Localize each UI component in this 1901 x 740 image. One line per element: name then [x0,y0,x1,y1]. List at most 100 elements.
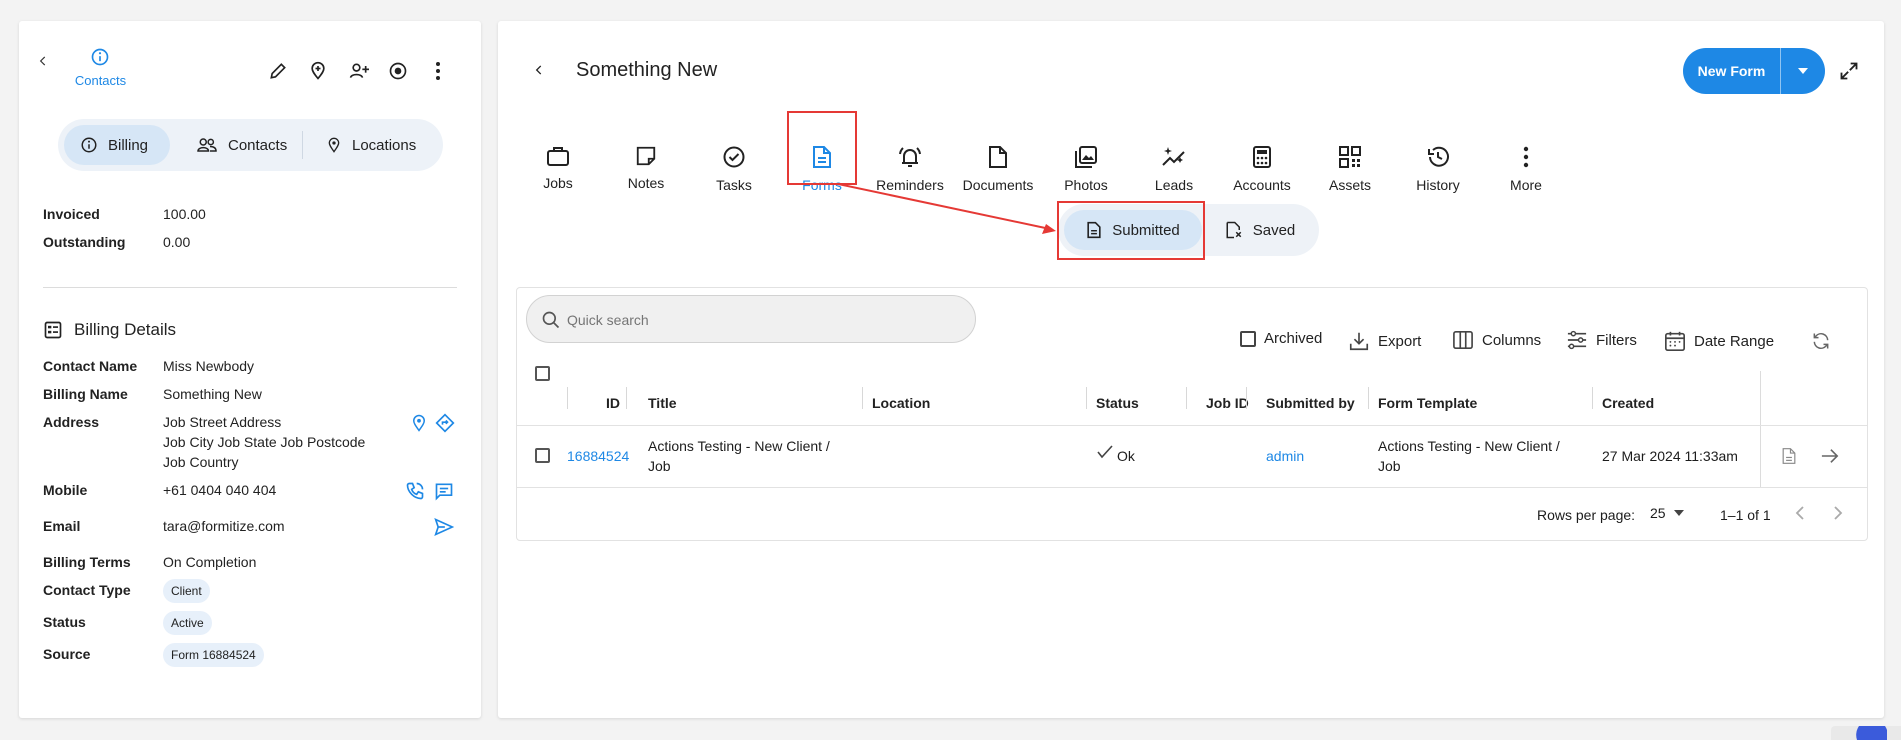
filters-button[interactable]: Filters [1566,330,1637,350]
document-icon [989,146,1007,168]
tab-leads[interactable]: Leads [1130,119,1218,209]
new-form-button[interactable]: New Form [1683,48,1780,94]
table-row[interactable]: 16884524 Actions Testing - New Client / … [517,426,1867,487]
people-icon [197,138,217,152]
tab-accounts[interactable]: Accounts [1218,119,1306,209]
rows-per-page-label: Rows per page: [1537,507,1636,523]
row-border [517,487,1867,488]
open-arrow-icon[interactable] [1819,445,1841,467]
columns-button[interactable]: Columns [1452,330,1541,350]
row-created: 27 Mar 2024 11:33am [1602,448,1738,464]
next-page-icon[interactable] [1827,502,1849,524]
send-email-icon[interactable] [433,516,455,538]
row-checkbox[interactable] [535,448,550,463]
column-header-submitted-by[interactable]: Submitted by [1266,395,1355,411]
search-icon [542,311,560,329]
back-chevron-icon[interactable] [33,51,53,71]
column-header-title[interactable]: Title [648,395,677,411]
tab-assets[interactable]: Assets [1306,119,1394,209]
subtab-saved[interactable]: Saved [1208,210,1312,250]
billing-terms-value: On Completion [163,554,257,570]
column-header-status[interactable]: Status [1096,395,1139,411]
add-contact-icon[interactable] [346,59,372,83]
segment-locations[interactable]: Locations [310,125,432,165]
column-header-id[interactable]: ID [606,395,620,411]
date-range-button[interactable]: Date Range [1664,330,1774,352]
source-chip[interactable]: Form 16884524 [163,643,264,667]
row-template-line-1: Actions Testing - New Client / [1378,438,1560,454]
archived-checkbox[interactable] [1240,330,1256,347]
columns-label: Columns [1482,331,1542,349]
segment-contacts[interactable]: Contacts [180,125,303,165]
column-header-job-id[interactable]: Job ID [1206,395,1249,411]
phone-call-icon[interactable] [404,480,426,502]
billing-terms-label: Billing Terms [43,554,131,570]
view-form-icon[interactable] [1778,445,1800,467]
search-box[interactable] [526,295,976,343]
more-vert-icon[interactable] [428,59,448,83]
rows-per-page-value: 25 [1650,505,1666,521]
contact-type-chip: Client [163,579,210,603]
select-all-checkbox[interactable] [535,366,550,381]
back-chevron-icon[interactable] [528,59,550,81]
column-separator [1186,387,1187,409]
tab-jobs-label: Jobs [543,175,573,191]
new-form-dropdown-icon[interactable] [1781,48,1825,94]
columns-icon [1453,331,1473,349]
column-header-created[interactable]: Created [1602,395,1654,411]
tab-notes[interactable]: Notes [602,119,690,209]
column-header-location[interactable]: Location [872,395,930,411]
billing-name-label: Billing Name [43,386,128,402]
recaptcha-icon [1856,726,1887,740]
address-line-2: Job City Job State Job Postcode [163,434,366,450]
info-icon [81,137,97,153]
column-header-form-template[interactable]: Form Template [1378,395,1477,411]
outstanding-label: Outstanding [43,234,126,250]
export-button[interactable]: Export [1348,330,1421,352]
more-vert-icon [1523,146,1529,168]
rows-per-page-select[interactable]: 25 [1650,505,1684,521]
archived-toggle[interactable]: Archived [1240,330,1322,347]
mobile-value: +61 0404 040 404 [163,482,277,498]
segment-billing[interactable]: Billing [64,125,170,165]
tab-jobs[interactable]: Jobs [514,119,602,209]
expand-icon[interactable] [1837,59,1861,83]
refresh-icon[interactable] [1810,330,1832,352]
add-location-icon[interactable] [306,59,330,83]
row-submitted-by-link[interactable]: admin [1266,448,1304,464]
qr-code-icon [1339,146,1361,168]
segment-contacts-label: Contacts [228,136,288,154]
tab-leads-label: Leads [1154,177,1194,193]
column-separator [1592,387,1593,409]
tab-tasks[interactable]: Tasks [690,119,778,209]
prev-page-icon[interactable] [1789,502,1811,524]
contact-segment-control: Billing Contacts Locations [58,119,443,171]
sms-icon[interactable] [433,480,455,502]
contacts-header-label[interactable]: Contacts [73,73,128,88]
row-status: Ok [1117,448,1135,464]
edit-pencil-icon[interactable] [266,59,290,83]
briefcase-icon [547,147,569,166]
billing-details-icon [43,320,63,340]
export-label: Export [1378,332,1422,350]
filter-sliders-icon [1567,330,1587,350]
dropdown-caret-icon [1673,510,1684,516]
invoiced-value: 100.00 [163,206,206,222]
row-id-link[interactable]: 16884524 [567,448,629,464]
tab-notes-label: Notes [627,175,665,191]
tab-history[interactable]: History [1394,119,1482,209]
map-pin-icon[interactable] [408,412,430,434]
contact-name-label: Contact Name [43,358,138,374]
column-separator [626,387,627,409]
location-pin-icon [328,137,340,153]
search-input[interactable] [567,308,947,332]
tab-more[interactable]: More [1482,119,1570,209]
directions-icon[interactable] [434,412,456,434]
column-separator [862,387,863,409]
tab-accounts-label: Accounts [1233,177,1291,193]
info-icon[interactable] [90,47,110,67]
contact-name-value: Miss Newbody [163,358,255,374]
calendar-icon [1665,331,1685,351]
archive-badge-icon[interactable] [386,59,410,83]
calculator-icon [1253,146,1271,168]
